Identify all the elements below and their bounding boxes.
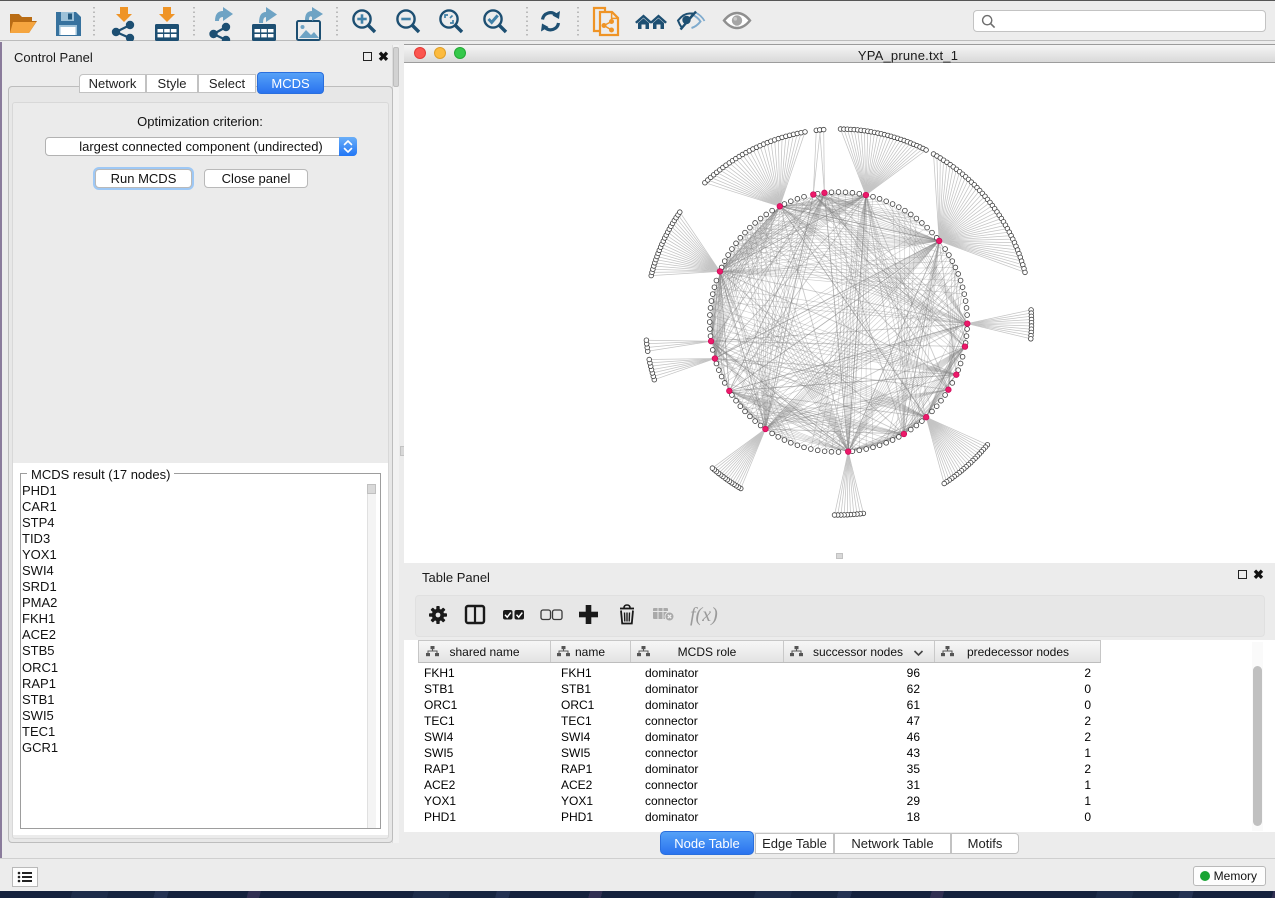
svg-text:f(x): f(x) bbox=[690, 604, 718, 626]
